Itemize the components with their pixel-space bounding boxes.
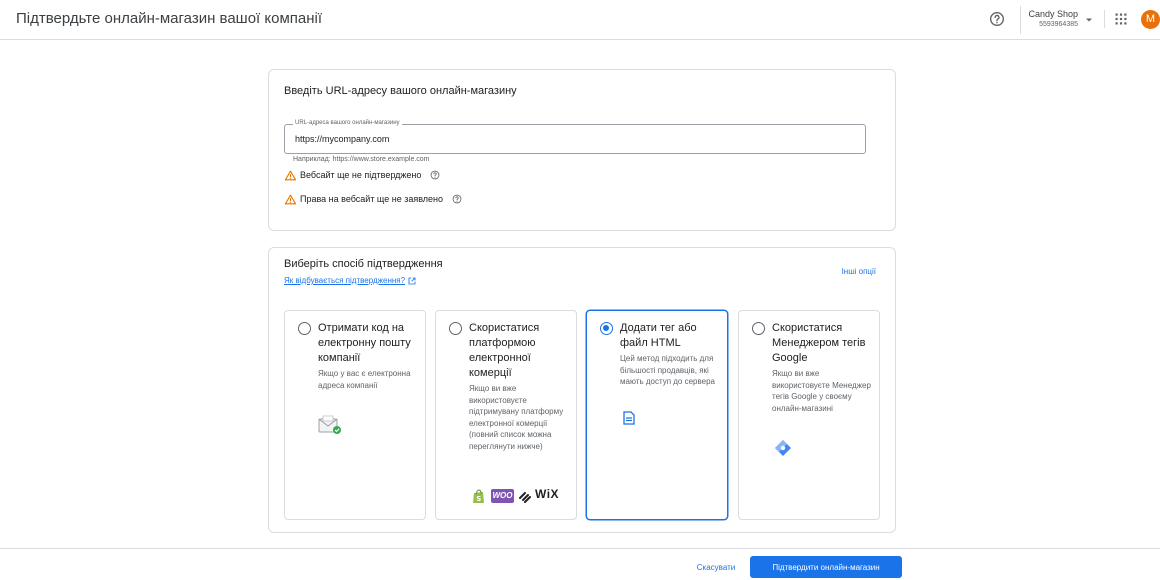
warning-text: Вебсайт ще не підтверджено [300, 170, 422, 180]
store-url-value[interactable]: https://mycompany.com [295, 134, 389, 144]
other-options-link[interactable]: Інші опції [842, 267, 876, 276]
option-email-code[interactable]: Отримати код на електронну пошту компані… [284, 310, 426, 520]
how-verification-works-label[interactable]: Як відбувається підтвердження? [284, 276, 405, 285]
warning-triangle-icon [285, 170, 296, 180]
action-bar: Скасувати Підтвердити онлайн-магазин [0, 548, 1160, 580]
apps-grid-icon[interactable] [1115, 13, 1127, 25]
cancel-button[interactable]: Скасувати [688, 557, 744, 577]
avatar[interactable]: M [1141, 10, 1160, 29]
warning-site-not-verified: Вебсайт ще не підтверджено [285, 168, 440, 182]
url-card-title: Введіть URL-адресу вашого онлайн-магазин… [284, 85, 517, 97]
radio-button[interactable] [752, 322, 765, 335]
warning-triangle-icon [285, 194, 296, 204]
email-verified-icon [318, 415, 341, 434]
store-url-input[interactable]: URL-адреса вашого онлайн-магазину https:… [284, 120, 866, 154]
account-switcher[interactable]: Candy Shop 5593964385 [1020, 6, 1096, 34]
option-description: Якщо у вас є електронна адреса компанії [318, 369, 411, 390]
warning-site-not-claimed: Права на вебсайт ще не заявлено [285, 192, 462, 206]
option-ecommerce-platform[interactable]: Скористатися платформою електронної коме… [435, 310, 577, 520]
account-name: Candy Shop [1028, 9, 1078, 19]
warning-text: Права на вебсайт ще не заявлено [300, 194, 444, 204]
shopify-icon: S [473, 489, 484, 503]
account-id: 5593964385 [1039, 21, 1078, 28]
radio-button[interactable] [298, 322, 311, 335]
method-card-title: Виберіть спосіб підтвердження [284, 258, 443, 270]
option-description: Якщо ви вже використовуєте Менеджер тегі… [772, 369, 871, 413]
help-circle-icon[interactable] [452, 194, 462, 204]
google-tag-manager-icon [775, 440, 791, 456]
option-description: Цей метод підходить для більшості продав… [620, 354, 715, 386]
option-html-tag[interactable]: Додати тег або файл HTML Цей метод підхо… [586, 310, 728, 520]
url-card: Введіть URL-адресу вашого онлайн-магазин… [268, 69, 896, 231]
help-circle-icon[interactable] [430, 170, 440, 180]
option-description: Якщо ви вже використовуєте підтримувану … [469, 384, 564, 451]
svg-text:S: S [476, 495, 481, 503]
option-title: Отримати код на електронну пошту компані… [318, 322, 411, 364]
option-title: Скористатися Менеджером тегів Google [772, 322, 866, 364]
option-title: Скористатися платформою електронної коме… [469, 322, 540, 379]
how-verification-works-link[interactable]: Як відбувається підтвердження? [284, 276, 416, 285]
squarespace-icon [519, 492, 531, 503]
store-url-hint: Наприклад: https://www.store.example.com [293, 156, 430, 163]
chevron-down-icon [1086, 18, 1092, 22]
woocommerce-logo: WOO [491, 489, 514, 503]
top-bar: Підтвердьте онлайн-магазин вашої компані… [0, 0, 1160, 40]
option-google-tag-manager[interactable]: Скористатися Менеджером тегів Google Якщ… [738, 310, 880, 520]
store-url-label: URL-адреса вашого онлайн-магазину [293, 120, 402, 126]
open-in-new-icon [408, 277, 416, 284]
help-circle-icon[interactable] [989, 11, 1005, 27]
radio-button[interactable] [449, 322, 462, 335]
page-title: Підтвердьте онлайн-магазин вашої компані… [16, 10, 323, 27]
verification-method-card: Виберіть спосіб підтвердження Як відбува… [268, 247, 896, 533]
html-file-icon [623, 411, 635, 425]
wix-logo: WiX [535, 487, 560, 501]
confirm-store-button[interactable]: Підтвердити онлайн-магазин [750, 556, 902, 578]
radio-button-selected[interactable] [600, 322, 613, 335]
option-title: Додати тег або файл HTML [620, 322, 697, 349]
